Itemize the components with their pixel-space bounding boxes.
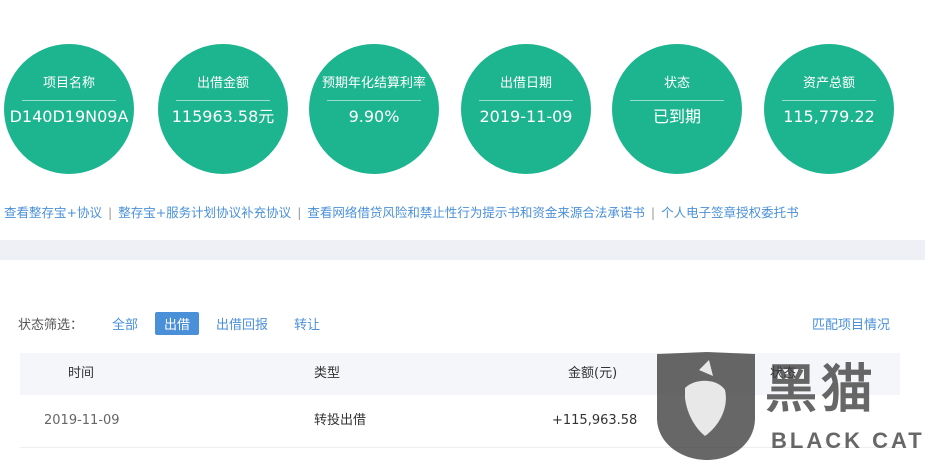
filter-tab-lend[interactable]: 出借 (155, 311, 200, 335)
summary-value: 115963.58元 (171, 107, 275, 126)
summary-label: 预期年化结算利率 (321, 76, 426, 91)
summary-label: 资产总额 (802, 76, 855, 91)
link-supplementary-agreement[interactable]: 整存宝+服务计划协议补充协议 (118, 205, 291, 220)
agreement-links: 查看整存宝+协议 | 整存宝+服务计划协议补充协议 | 查看网络借贷风险和禁止性行为提示… (4, 202, 799, 221)
summary-value: 2019-11-09 (479, 107, 573, 126)
records-table: 时间 类型 金额(元) 状态 2019-11-09 转投出借 +115,963.… (20, 353, 900, 448)
summary-label: 状态 (663, 76, 690, 91)
summary-value: D140D19N09A (9, 107, 129, 126)
divider (782, 100, 876, 101)
filter-tab-transfer[interactable]: 转让 (285, 312, 329, 335)
header-status: 状态 (770, 366, 797, 381)
summary-label: 出借日期 (499, 76, 552, 91)
divider (630, 100, 724, 101)
summary-lend-amount: 出借金额 115963.58元 (158, 44, 288, 174)
summary-circles: 项目名称 D140D19N09A 出借金额 115963.58元 预期年化结算利… (0, 0, 925, 190)
summary-label: 出借金额 (196, 76, 249, 91)
summary-lend-date: 出借日期 2019-11-09 (461, 44, 591, 174)
row-type: 转投出借 (314, 413, 367, 428)
divider (479, 100, 573, 101)
summary-value: 9.90% (348, 107, 400, 126)
link-separator: | (297, 205, 302, 220)
section-divider (0, 240, 925, 260)
divider (327, 100, 421, 101)
summary-annual-rate: 预期年化结算利率 9.90% (309, 44, 439, 174)
table-header: 时间 类型 金额(元) 状态 (20, 353, 900, 395)
match-project-link[interactable]: 匹配项目情况 (812, 314, 890, 333)
summary-project-name: 项目名称 D140D19N09A (4, 44, 134, 174)
summary-value: 115,779.22 (783, 107, 875, 126)
link-view-plan-agreement[interactable]: 查看整存宝+协议 (4, 205, 102, 220)
header-time: 时间 (68, 366, 95, 381)
link-e-signature-authorization[interactable]: 个人电子签章授权委托书 (661, 205, 799, 220)
link-separator: | (107, 205, 113, 220)
summary-total-assets: 资产总额 115,779.22 (764, 44, 894, 174)
row-time: 2019-11-09 (44, 413, 120, 428)
summary-value: 已到期 (652, 107, 701, 126)
row-amount: +115,963.58 (552, 413, 638, 428)
header-amount: 金额(元) (568, 366, 618, 381)
header-type: 类型 (314, 366, 341, 381)
status-filter: 状态筛选： 全部 出借 出借回报 转让 (18, 311, 337, 335)
table-row: 2019-11-09 转投出借 +115,963.58 (20, 395, 900, 448)
filter-label: 状态筛选： (18, 317, 84, 333)
divider (22, 100, 116, 101)
link-risk-notice[interactable]: 查看网络借贷风险和禁止性行为提示书和资金来源合法承诺书 (307, 205, 645, 220)
divider (176, 100, 270, 101)
filter-tab-all[interactable]: 全部 (103, 312, 147, 335)
summary-label: 项目名称 (42, 76, 95, 91)
filter-tab-lend-return[interactable]: 出借回报 (207, 312, 277, 335)
link-separator: | (650, 205, 656, 220)
summary-status: 状态 已到期 (612, 44, 742, 174)
